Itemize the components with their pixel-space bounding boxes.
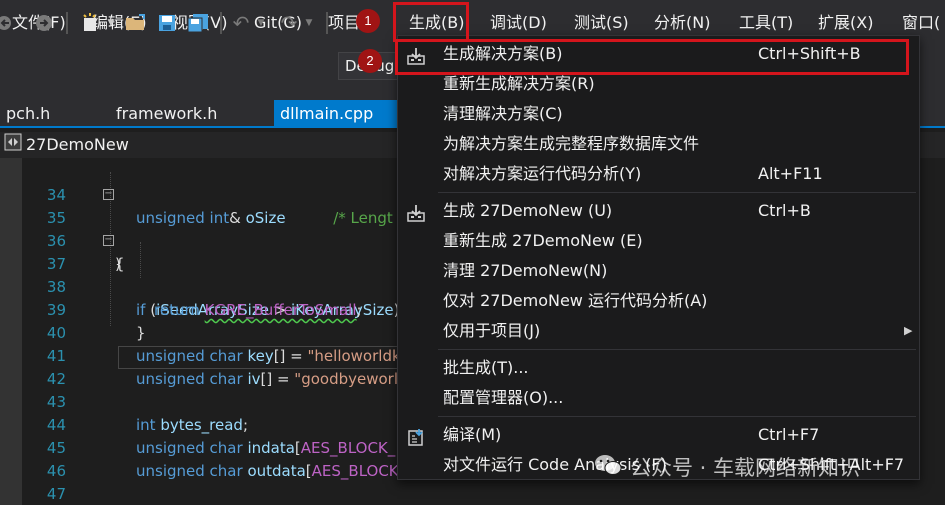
redo-icon[interactable]: ↷ (278, 11, 300, 35)
menu-item-shortcut: Ctrl+F7 (758, 425, 820, 444)
chevron-down-icon[interactable]: ▼ (256, 12, 266, 34)
toolbar-separator (220, 12, 222, 34)
menu-item-rebuild-project[interactable]: 重新生成 27DemoNew (E) (398, 226, 919, 255)
menu-item-configuration-manager[interactable]: 配置管理器(O)... (398, 383, 919, 412)
menu-item-label: 清理 27DemoNew(N) (443, 261, 608, 280)
chevron-down-icon[interactable]: ▼ (304, 12, 314, 34)
menu-item-clean-solution[interactable]: 清理解决方案(C) (398, 99, 919, 128)
menu-item-label: 仅对 27DemoNew 运行代码分析(A) (443, 291, 708, 310)
build-menu-dropdown: 生成解决方案(B) Ctrl+Shift+B 重新生成解决方案(R) 清理解决方… (397, 35, 920, 480)
toolbar-separator (326, 12, 328, 34)
watermark: 公众号 · 车载网络新知识 (594, 452, 860, 482)
open-folder-icon[interactable] (124, 12, 148, 34)
menu-item-compile[interactable]: 编译(M) Ctrl+F7 (398, 420, 919, 449)
save-all-icon[interactable] (186, 12, 210, 34)
chevron-down-icon[interactable]: ▼ (106, 12, 116, 34)
code-line: 48 (0, 483, 945, 505)
tab-pch-h[interactable]: pch.h (0, 100, 56, 128)
menu-item-label: 编译(M) (443, 425, 502, 444)
highlight-build-menu (393, 2, 469, 42)
menu-item-shortcut: Ctrl+B (758, 201, 811, 220)
build-project-icon (406, 202, 426, 222)
menu-separator (438, 416, 916, 417)
step-2-badge: 2 (358, 49, 382, 73)
menu-item-label: 为解决方案生成完整程序数据库文件 (443, 134, 700, 153)
wechat-icon (594, 453, 622, 482)
project-name: 27DemoNew (26, 135, 129, 154)
menu-item-label: 仅用于项目(J) (443, 321, 541, 340)
menu-item-analyze-solution[interactable]: 对解决方案运行代码分析(Y) Alt+F11 (398, 159, 919, 188)
compile-icon (406, 426, 426, 446)
menu-item-project-only[interactable]: 仅用于项目(J) ▶ (398, 316, 919, 345)
menu-separator (438, 349, 916, 350)
menu-item-shortcut: Alt+F11 (758, 164, 823, 183)
submenu-arrow-icon: ▶ (904, 324, 913, 337)
menu-item-clean-project[interactable]: 清理 27DemoNew(N) (398, 256, 919, 285)
toolbar-separator (66, 12, 68, 34)
menu-item-label: 对解决方案运行代码分析(Y) (443, 164, 642, 183)
tab-dllmain-cpp[interactable]: dllmain.cpp (274, 100, 398, 128)
project-icon (4, 133, 22, 158)
back-icon[interactable] (0, 12, 14, 34)
menu-item-label: 重新生成 27DemoNew (E) (443, 231, 643, 250)
step-1-badge: 1 (356, 9, 380, 33)
menu-item-analyze-project[interactable]: 仅对 27DemoNew 运行代码分析(A) (398, 286, 919, 315)
tab-framework-h[interactable]: framework.h (110, 100, 223, 128)
collapse-icon[interactable]: − (103, 235, 114, 246)
menu-item-build-project[interactable]: 生成 27DemoNew (U) Ctrl+B (398, 196, 919, 225)
collapse-icon[interactable]: − (103, 189, 114, 200)
project-selector[interactable]: 27DemoNew (4, 133, 129, 157)
forward-icon[interactable] (34, 12, 54, 34)
menu-item-label: 配置管理器(O)... (443, 388, 564, 407)
menu-separator (438, 192, 916, 193)
watermark-text: 公众号 · 车载网络新知识 (630, 456, 861, 480)
menu-item-label: 清理解决方案(C) (443, 104, 563, 123)
save-icon[interactable] (156, 12, 178, 34)
menu-item-batch-build[interactable]: 批生成(T)... (398, 353, 919, 382)
new-project-icon[interactable] (78, 12, 102, 34)
menu-item-generate-pdb[interactable]: 为解决方案生成完整程序数据库文件 (398, 129, 919, 158)
highlight-build-solution (395, 39, 909, 75)
menu-item-label: 批生成(T)... (443, 358, 529, 377)
undo-icon[interactable]: ↶ (230, 11, 252, 35)
menu-item-label: 生成 27DemoNew (U) (443, 201, 613, 220)
